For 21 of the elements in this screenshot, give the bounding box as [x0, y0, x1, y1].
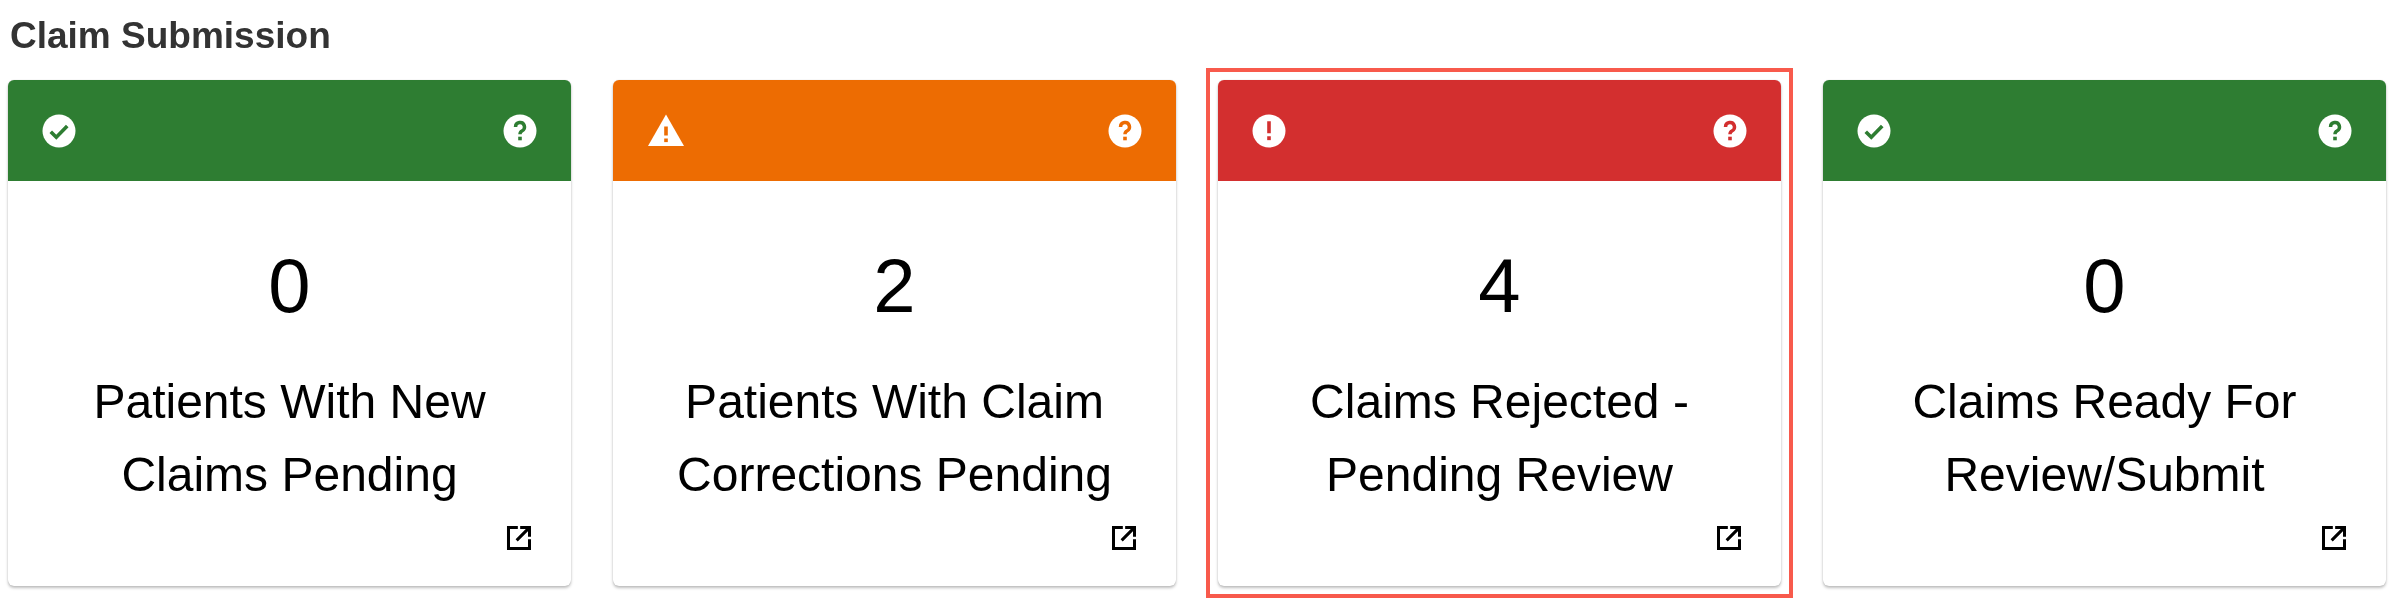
count-value: 0 [2083, 242, 2126, 330]
open-in-new-icon[interactable] [2320, 524, 2348, 552]
card-label: Patients With Claim Corrections Pending [676, 374, 1113, 503]
help-icon[interactable] [502, 112, 538, 149]
section-title: Claim Submission [10, 16, 332, 56]
card-label: Claims Ready For Review/Submit [1911, 374, 2298, 503]
exclamation-circle-icon [1251, 112, 1287, 149]
open-in-new-icon[interactable] [1715, 524, 1743, 552]
card-label: Claims Rejected - Pending Review [1309, 374, 1690, 503]
count-value: 0 [268, 242, 311, 330]
open-in-new-icon[interactable] [505, 524, 533, 552]
help-icon[interactable] [2317, 112, 2353, 149]
warning-icon [646, 112, 686, 149]
count-value: 2 [873, 242, 916, 330]
check-circle-icon [1856, 112, 1892, 149]
card-label: Patients With New Claims Pending [92, 374, 487, 503]
open-in-new-icon[interactable] [1110, 524, 1138, 552]
check-circle-icon [41, 112, 77, 149]
help-icon[interactable] [1712, 112, 1748, 149]
count-value: 4 [1478, 242, 1521, 330]
help-icon[interactable] [1107, 112, 1143, 149]
